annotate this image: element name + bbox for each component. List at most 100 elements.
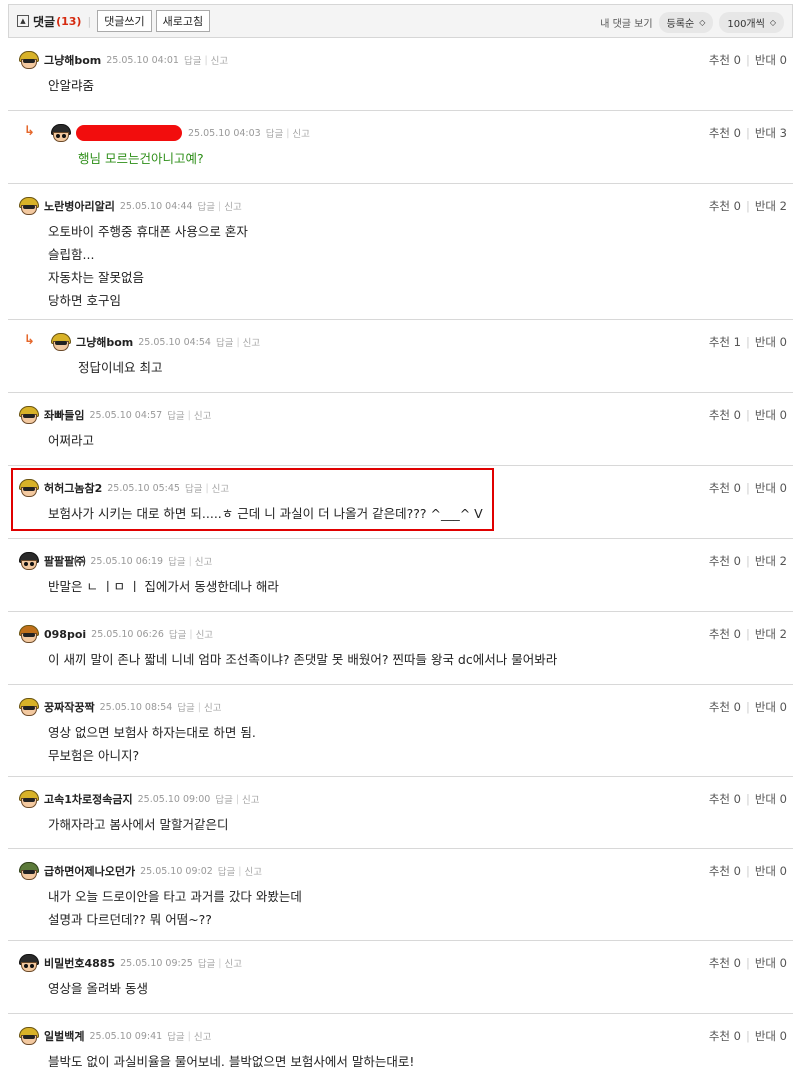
upvote-button[interactable]: 추천 1 (709, 334, 741, 350)
comment-date: 25.05.10 04:57 (89, 409, 163, 421)
comment-author[interactable]: 팔팔팔㈜ (44, 553, 85, 569)
per-page-select-label: 100개씩 (727, 18, 765, 30)
upvote-button[interactable]: 추천 0 (709, 198, 741, 214)
report-link[interactable]: 신고 (244, 864, 261, 878)
report-link[interactable]: 신고 (194, 1029, 211, 1043)
reply-link[interactable]: 답글 (184, 53, 201, 67)
report-link[interactable]: 신고 (211, 53, 228, 67)
reply-link[interactable]: 답글 (218, 864, 235, 878)
reply-link[interactable]: 답글 (266, 126, 283, 140)
downvote-button[interactable]: 반대 0 (755, 863, 787, 879)
reply-link[interactable]: 답글 (168, 554, 185, 568)
downvote-button[interactable]: 반대 2 (755, 198, 787, 214)
upvote-button[interactable]: 추천 0 (709, 955, 741, 971)
report-link[interactable]: 신고 (204, 700, 221, 714)
downvote-button[interactable]: 반대 2 (755, 626, 787, 642)
vote-counts: 추천 0 | 반대 0 (708, 1028, 787, 1044)
comment-date: 25.05.10 04:03 (188, 127, 261, 139)
avatar (18, 861, 40, 881)
per-page-select[interactable]: 100개씩 ◇ (719, 11, 784, 33)
comment-author[interactable]: 비밀번호4885 (44, 955, 115, 971)
comment-author[interactable]: 그냥해bom (76, 334, 133, 350)
divider: | (218, 957, 222, 969)
report-link[interactable]: 신고 (292, 126, 309, 140)
reply-link[interactable]: 답글 (167, 408, 184, 422)
comment-body: 블박도 없이 과실비율을 물어보네. 블박없으면 보험사에서 말하는대로! (48, 1054, 415, 1069)
downvote-button[interactable]: 반대 0 (755, 52, 787, 68)
downvote-button[interactable]: 반대 0 (755, 955, 787, 971)
comment-author[interactable]: 노란병아리알리 (44, 198, 115, 214)
report-link[interactable]: 신고 (242, 792, 259, 806)
upvote-button[interactable]: 추천 0 (709, 1028, 741, 1044)
divider: | (189, 628, 193, 640)
redacted-nickname (76, 125, 182, 141)
downvote-button[interactable]: 반대 2 (755, 553, 787, 569)
comment-date: 25.05.10 09:25 (120, 957, 193, 969)
comment-item: 좌빠들임 25.05.10 04:57 답글 | 신고 추천 0 | 반대 0 어쩌라고 (8, 393, 793, 466)
comment-author[interactable]: 허허그놈참2 (44, 480, 102, 496)
sort-select[interactable]: 등록순 ◇ (658, 11, 714, 33)
comment-date: 25.05.10 04:44 (119, 200, 193, 212)
reply-link[interactable]: 답글 (169, 627, 186, 641)
comment-count: (13) (56, 14, 82, 28)
comment-date: 25.05.10 09:00 (137, 793, 211, 805)
upvote-button[interactable]: 추천 0 (709, 863, 741, 879)
report-link[interactable]: 신고 (243, 335, 260, 349)
upvote-button[interactable]: 추천 0 (709, 52, 741, 68)
comment-date: 25.05.10 09:02 (140, 865, 213, 877)
comment-item: 팔팔팔㈜ 25.05.10 06:19 답글 | 신고 추천 0 | 반대 2 반말은 … (8, 539, 793, 612)
downvote-button[interactable]: 반대 0 (755, 1028, 787, 1044)
divider: | (197, 701, 201, 713)
reply-link[interactable]: 답글 (198, 199, 215, 213)
report-link[interactable]: 신고 (225, 956, 242, 970)
downvote-button[interactable]: 반대 0 (755, 791, 787, 807)
reply-arrow-icon: ↳ (24, 333, 35, 348)
avatar (18, 551, 40, 571)
divider: | (204, 54, 208, 66)
downvote-button[interactable]: 반대 0 (755, 480, 787, 496)
comment-author[interactable]: 좌빠들임 (44, 407, 84, 423)
downvote-button[interactable]: 반대 0 (755, 699, 787, 715)
comment-author[interactable]: 급하면어제나오던가 (44, 863, 135, 879)
report-link[interactable]: 신고 (212, 481, 229, 495)
reply-link[interactable]: 답글 (198, 956, 215, 970)
vote-counts: 추천 0 | 반대 0 (708, 699, 787, 715)
comment-author[interactable]: 098poi (44, 628, 86, 641)
report-link[interactable]: 신고 (196, 627, 213, 641)
upvote-button[interactable]: 추천 0 (709, 699, 741, 715)
refresh-button[interactable]: 새로고침 (155, 10, 211, 32)
comment-author[interactable]: 일벌백계 (44, 1028, 84, 1044)
upvote-button[interactable]: 추천 0 (709, 407, 741, 423)
upvote-button[interactable]: 추천 0 (709, 125, 741, 141)
downvote-button[interactable]: 반대 0 (755, 334, 787, 350)
reply-link[interactable]: 답글 (167, 1029, 184, 1043)
report-link[interactable]: 신고 (194, 408, 211, 422)
upvote-button[interactable]: 추천 0 (709, 480, 741, 496)
reply-link[interactable]: 답글 (177, 700, 194, 714)
vote-counts: 추천 0 | 반대 2 (708, 626, 787, 642)
write-comment-button[interactable]: 댓글쓰기 (97, 10, 152, 32)
downvote-button[interactable]: 반대 3 (755, 125, 787, 141)
report-link[interactable]: 신고 (224, 199, 241, 213)
comment-author[interactable]: 꿍짜작꿍짝 (44, 699, 95, 715)
comment-author[interactable]: 고속1차로정속금지 (44, 791, 133, 807)
reply-link[interactable]: 답글 (215, 792, 232, 806)
upvote-button[interactable]: 추천 0 (709, 791, 741, 807)
divider: | (238, 865, 242, 877)
upvote-button[interactable]: 추천 0 (709, 626, 741, 642)
reply-link[interactable]: 답글 (216, 335, 233, 349)
downvote-button[interactable]: 반대 0 (755, 407, 787, 423)
comment-item: 급하면어제나오던가 25.05.10 09:02 답글 | 신고 추천 0 | 반대 0… (8, 849, 793, 941)
comment-item: 098poi 25.05.10 06:26 답글 | 신고 추천 0 | 반대 2 이 … (8, 612, 793, 685)
comment-author[interactable]: 그냥해bom (44, 52, 101, 68)
avatar (18, 624, 40, 644)
report-link[interactable]: 신고 (195, 554, 212, 568)
divider: | (286, 127, 290, 139)
reply-link[interactable]: 답글 (185, 481, 202, 495)
avatar (50, 123, 72, 143)
collapse-icon[interactable]: ▲ (17, 15, 29, 27)
my-comments-link[interactable]: 내 댓글 보기 (600, 15, 652, 30)
comment-item: 꿍짜작꿍짝 25.05.10 08:54 답글 | 신고 추천 0 | 반대 0 영상 … (8, 685, 793, 777)
divider: | (218, 200, 222, 212)
upvote-button[interactable]: 추천 0 (709, 553, 741, 569)
